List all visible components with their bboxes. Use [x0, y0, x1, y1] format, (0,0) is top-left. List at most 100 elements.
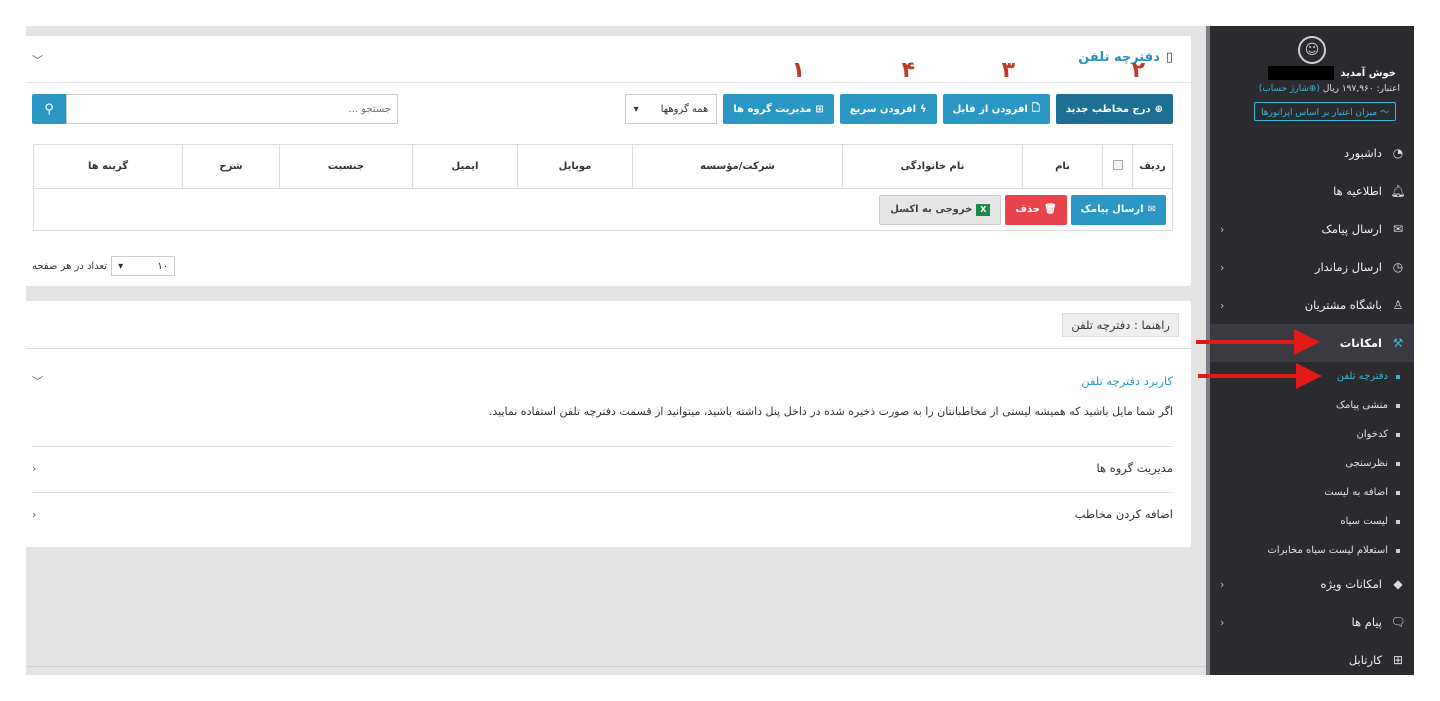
- chevron-down-icon: ﹀: [32, 375, 43, 388]
- annotation-arrow: [1198, 363, 1322, 389]
- accordion-usage[interactable]: کاربرد دفترچه تلفن ﹀: [32, 373, 1173, 389]
- bullet-icon: [1396, 519, 1400, 524]
- grid-icon: ⊞: [815, 103, 824, 115]
- caret-down-icon: ▾: [633, 103, 639, 115]
- clock-icon: ◷: [1392, 260, 1404, 274]
- search-icon: ⚲: [44, 101, 54, 117]
- select-all-checkbox[interactable]: [1102, 144, 1133, 189]
- redacted-username: [1268, 66, 1335, 80]
- col-gender: جنسیت: [279, 144, 413, 189]
- chat-icon: 🗨︎: [1390, 615, 1406, 629]
- col-email: ایمیل: [412, 144, 518, 189]
- table-actions-row: ✉ ارسال پیامک 🗑 حذف X خروجی به اکسل: [33, 188, 1173, 231]
- sidebar-item-cartable[interactable]: ⊞ کارتابل: [1210, 641, 1414, 675]
- annotation-number: ۳: [1001, 58, 1015, 83]
- search-button[interactable]: ⚲: [32, 94, 66, 124]
- quick-add-button[interactable]: ϟ افزودن سریع: [839, 94, 937, 124]
- bullet-icon: [1396, 432, 1400, 437]
- annotation-number: ۲: [1131, 58, 1145, 83]
- user-avatar-icon[interactable]: ☺: [1298, 36, 1326, 64]
- divider: [32, 446, 1173, 447]
- divider: [26, 348, 1191, 349]
- col-name: نام: [1022, 144, 1103, 189]
- grid-icon: ⊞: [1392, 653, 1404, 667]
- sidebar-item-special-features[interactable]: ◆ امکانات ویژه ‹: [1210, 565, 1414, 603]
- tools-icon: ⚒: [1392, 336, 1404, 350]
- help-panel: راهنما : دفترچه تلفن کاربرد دفترچه تلفن …: [26, 301, 1191, 547]
- charge-account-link[interactable]: (⊕شارژ حساب): [1259, 84, 1320, 94]
- toolbar: ⊕ درج مخاطب جدید 🗋 افزودن از فایل ϟ افزو…: [624, 94, 1173, 124]
- accordion-title: اضافه کردن مخاطب: [1074, 507, 1173, 521]
- annotation-arrow: [1196, 329, 1320, 355]
- file-icon: 🗋: [1031, 102, 1040, 114]
- bell-icon: 🔔︎: [1390, 184, 1406, 198]
- bullet-icon: [1396, 461, 1400, 466]
- submenu-item-add-to-list[interactable]: اضافه به لیست: [1210, 478, 1414, 507]
- bullet-icon: [1396, 490, 1400, 495]
- new-contact-button[interactable]: ⊕ درج مخاطب جدید: [1055, 94, 1173, 124]
- search-input[interactable]: [66, 94, 398, 124]
- bolt-icon: ϟ: [920, 103, 927, 115]
- chevron-left-icon: ‹: [1220, 298, 1225, 312]
- sidebar-item-customer-club[interactable]: ♙ باشگاه مشتریان ‹: [1210, 286, 1414, 324]
- col-lastname: نام خانوادگی: [842, 144, 1023, 189]
- accordion-title: مدیریت گروه ها: [1096, 461, 1173, 475]
- col-description: شرح: [182, 144, 280, 189]
- diamond-icon: ◆: [1393, 577, 1403, 591]
- submenu-item-survey[interactable]: نظرسنجی: [1210, 449, 1414, 478]
- checkbox[interactable]: [1112, 160, 1123, 170]
- help-title: راهنما : دفترچه تلفن: [1062, 313, 1179, 337]
- submenu-item-telecom-blacklist[interactable]: استعلام لیست سیاه مخابرات: [1210, 536, 1414, 565]
- row-actions: ✉ ارسال پیامک 🗑 حذف X خروجی به اکسل: [34, 194, 1172, 225]
- accordion-groups[interactable]: مدیریت گروه ها ‹: [32, 461, 1173, 475]
- search-box: ⚲: [32, 94, 398, 124]
- sidebar-item-messages[interactable]: 🗨︎ پیام ها ‹: [1210, 603, 1414, 641]
- sidebar-item-notices[interactable]: 🔔︎ اطلاعیه ها: [1210, 172, 1414, 210]
- sidebar-item-dashboard[interactable]: ◔ داشبورد: [1210, 134, 1414, 172]
- per-page-label: تعداد در هر صفحه: [32, 260, 108, 272]
- accordion-add-contact[interactable]: اضافه کردن مخاطب ‹: [32, 507, 1173, 521]
- table-header-row: ردیف نام نام خانوادگی شرکت/مؤسسه موبایل …: [33, 144, 1173, 189]
- submenu-item-sms-secretary[interactable]: منشی پیامک: [1210, 391, 1414, 420]
- page-title: ▯ دفترچه تلفن: [1078, 50, 1173, 65]
- col-options: گزینه ها: [33, 144, 183, 189]
- operator-credit-button[interactable]: 〜 میزان اعتبار بر اساس اپراتورها: [1253, 102, 1396, 121]
- per-page-select[interactable]: ۱۰ ▾: [111, 256, 176, 276]
- sidebar-item-send-sms[interactable]: ✉ ارسال پیامک ‹: [1210, 210, 1414, 248]
- divider: [26, 82, 1191, 83]
- phonebook-panel: ▯ دفترچه تلفن ﹀ ۲ ۳ ۴ ۱ ⊕ درج مخاطب جدید…: [26, 36, 1191, 286]
- excel-icon: X: [976, 203, 991, 216]
- manage-groups-button[interactable]: ⊞ مدیریت گروه ها: [723, 94, 834, 124]
- col-mobile: موبایل: [517, 144, 633, 189]
- bullet-icon: [1396, 374, 1400, 379]
- trash-icon: 🗑: [1043, 204, 1057, 215]
- credit-info: اعتبار: ۱۹۷,۹۶۰ ریال (⊕شارژ حساب): [1258, 84, 1400, 94]
- caret-down-icon: ▾: [118, 260, 124, 272]
- users-icon: ♙: [1392, 298, 1404, 312]
- sidebar-menu: ◔ داشبورد 🔔︎ اطلاعیه ها ✉ ارسال پیامک ‹ …: [1210, 134, 1414, 675]
- annotation-number: ۴: [901, 58, 915, 83]
- group-select[interactable]: همه گروهها ▾: [624, 94, 718, 124]
- sms-icon: ✉: [1147, 204, 1156, 215]
- plus-circle-icon: ⊕: [1154, 103, 1163, 115]
- send-sms-button[interactable]: ✉ ارسال پیامک: [1070, 194, 1166, 225]
- chevron-left-icon: ‹: [1220, 222, 1225, 236]
- delete-button[interactable]: 🗑 حذف: [1005, 194, 1067, 225]
- export-excel-button[interactable]: X خروجی به اکسل: [879, 194, 1002, 225]
- sidebar-item-scheduled[interactable]: ◷ ارسال زماندار ‹: [1210, 248, 1414, 286]
- col-company: شرکت/مؤسسه: [632, 144, 843, 189]
- book-icon: ▯: [1165, 50, 1173, 65]
- submenu-item-blacklist[interactable]: لیست سیاه: [1210, 507, 1414, 536]
- collapse-chevron-icon[interactable]: ﹀: [32, 52, 43, 68]
- app-frame: ▯ دفترچه تلفن ﹀ ۲ ۳ ۴ ۱ ⊕ درج مخاطب جدید…: [26, 26, 1414, 675]
- dashboard-icon: ◔: [1392, 146, 1404, 160]
- submenu-item-code-reader[interactable]: کدخوان: [1210, 420, 1414, 449]
- bullet-icon: [1396, 403, 1400, 408]
- accordion-title: کاربرد دفترچه تلفن: [1081, 374, 1173, 388]
- per-page-control: ۱۰ ▾ تعداد در هر صفحه: [32, 256, 176, 276]
- chevron-left-icon: ‹: [1220, 615, 1225, 629]
- accordion-body: اگر شما مایل باشید که همیشه لیستی از مخا…: [488, 405, 1173, 418]
- contacts-table: ردیف نام نام خانوادگی شرکت/مؤسسه موبایل …: [33, 144, 1173, 231]
- welcome-text: خوش آمدید: [1268, 66, 1396, 80]
- add-from-file-button[interactable]: 🗋 افزودن از فایل: [942, 94, 1050, 124]
